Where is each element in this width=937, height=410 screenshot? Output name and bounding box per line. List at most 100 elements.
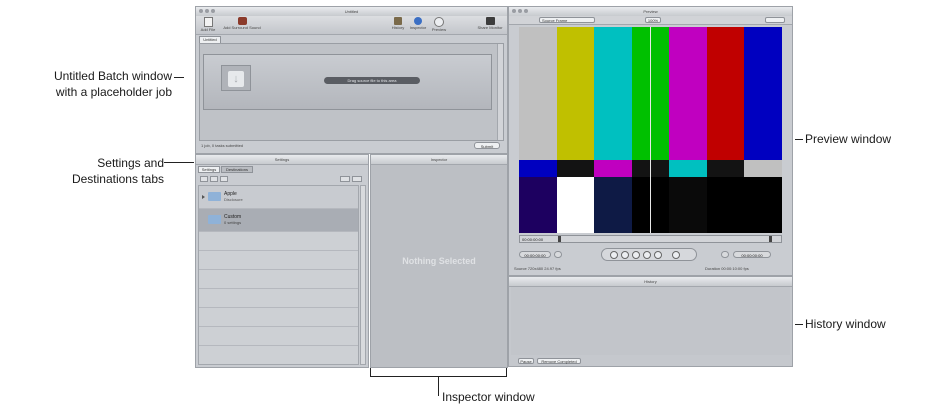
info-icon xyxy=(414,17,422,25)
tab-settings[interactable]: Settings xyxy=(198,166,220,173)
placeholder-job[interactable]: ↓ Drag source file to this area xyxy=(203,54,492,110)
empty-row xyxy=(199,289,358,308)
in-timecode-field[interactable]: 00:00:00:00 xyxy=(519,251,551,258)
callout-batch-leader xyxy=(174,77,184,78)
empty-row xyxy=(199,308,358,327)
batch-job-list[interactable]: ↓ Drag source file to this area xyxy=(199,43,504,141)
preview-icon xyxy=(434,17,444,27)
out-point-button[interactable] xyxy=(721,251,729,258)
setting-group-sub: 0 settings xyxy=(224,220,242,225)
color-bar-mid xyxy=(744,160,783,177)
color-bar-mid xyxy=(706,160,745,177)
out-timecode-field[interactable]: 00:00:00:00 xyxy=(733,251,771,258)
folder-icon xyxy=(208,192,221,201)
color-bar-bottom xyxy=(556,177,595,233)
remove-setting-icon[interactable] xyxy=(220,176,228,182)
play-icon[interactable] xyxy=(632,251,640,259)
playhead-icon[interactable] xyxy=(558,236,561,242)
add-file-icon xyxy=(203,17,213,27)
inspector-button[interactable]: Inspector xyxy=(409,17,427,30)
batch-tab[interactable]: Untitled xyxy=(199,36,221,43)
out-point-icon[interactable] xyxy=(769,236,772,242)
color-bar-mid xyxy=(519,160,557,177)
color-bar-bottom xyxy=(744,177,783,233)
add-setting-icon[interactable] xyxy=(200,176,208,182)
callout-batch: Untitled Batch window with a placeholder… xyxy=(30,68,172,100)
color-bars-frame[interactable] xyxy=(519,27,783,233)
callout-tabs-leader xyxy=(164,162,194,163)
empty-row xyxy=(199,270,358,289)
inspector-empty-label: Nothing Selected xyxy=(402,256,476,266)
batch-toolbar: Add File Add Surround Sound History Insp… xyxy=(196,16,507,35)
color-bar-mid xyxy=(556,160,595,177)
add-surround-button[interactable]: Add Surround Sound xyxy=(222,17,262,30)
zoom-popup[interactable]: 100% xyxy=(645,17,661,23)
batch-window: Untitled Add File Add Surround Sound His… xyxy=(195,6,508,154)
source-popup[interactable]: Source Frame xyxy=(539,17,595,23)
settings-list[interactable]: Apple Disclosure Custom 0 settings xyxy=(198,185,359,365)
drop-arrow-icon: ↓ xyxy=(228,71,244,87)
transport-bar: 00:00:00:00 00:00:00:00 xyxy=(509,245,792,265)
settings-titlebar[interactable]: Settings xyxy=(196,155,368,165)
duplicate-setting-icon[interactable] xyxy=(210,176,218,182)
batch-scrollbar[interactable] xyxy=(497,44,503,140)
preview-button[interactable]: Preview xyxy=(430,17,448,32)
list-item[interactable]: Apple Disclosure xyxy=(199,186,358,209)
tab-destinations[interactable]: Destinations xyxy=(221,166,253,173)
settings-list-toolbar xyxy=(198,176,366,183)
settings-scrollbar[interactable] xyxy=(360,185,366,365)
inspector-window: Inspector Nothing Selected xyxy=(370,154,508,368)
preview-mode-button[interactable] xyxy=(765,17,785,23)
color-bar-mid xyxy=(669,160,707,177)
settings-action-icon[interactable] xyxy=(352,176,362,182)
color-bar xyxy=(706,27,745,160)
color-bar-bottom xyxy=(669,177,707,233)
history-remove-completed-button[interactable]: Remove Completed xyxy=(537,358,581,364)
go-to-start-icon[interactable] xyxy=(610,251,618,259)
color-bar-bottom xyxy=(519,177,557,233)
monitor-icon xyxy=(485,17,495,25)
callout-history: History window xyxy=(805,317,886,331)
timeline-scrubber[interactable]: 00:00:00:00 xyxy=(519,235,782,243)
empty-row xyxy=(199,327,358,346)
split-slider-line[interactable] xyxy=(650,27,651,233)
job-drop-well[interactable]: ↓ xyxy=(221,65,251,91)
batch-title: Untitled xyxy=(344,9,359,14)
list-item[interactable]: Custom 0 settings xyxy=(199,209,358,232)
batch-footer-status: 1 job, 0 tasks submitted xyxy=(201,143,244,148)
callout-batch-line1: Untitled Batch window xyxy=(53,69,172,83)
window-controls[interactable] xyxy=(199,9,215,13)
settings-search-icon[interactable] xyxy=(340,176,350,182)
surround-icon xyxy=(237,17,247,25)
step-back-icon[interactable] xyxy=(621,251,629,259)
in-point-button[interactable] xyxy=(554,251,562,258)
color-bar-bottom xyxy=(706,177,745,233)
step-forward-icon[interactable] xyxy=(643,251,651,259)
empty-row xyxy=(199,232,358,251)
inspector-bracket-right xyxy=(506,368,507,376)
window-controls[interactable] xyxy=(512,9,528,13)
callout-history-leader xyxy=(795,324,803,325)
color-bar xyxy=(744,27,783,160)
transport-cluster xyxy=(601,248,697,261)
history-button[interactable]: History xyxy=(390,17,406,30)
history-titlebar[interactable]: History xyxy=(509,277,792,287)
submit-button[interactable]: Submit xyxy=(474,142,500,149)
inspector-titlebar[interactable]: Inspector xyxy=(371,155,507,165)
go-to-end-icon[interactable] xyxy=(654,251,662,259)
scrubber-timecode: 00:00:00:00 xyxy=(522,237,544,242)
loop-icon[interactable] xyxy=(672,251,680,259)
history-pause-button[interactable]: Pause xyxy=(518,358,534,364)
folder-icon xyxy=(208,215,221,224)
disclosure-triangle-icon[interactable] xyxy=(202,195,205,199)
add-file-button[interactable]: Add File xyxy=(200,17,216,32)
callout-preview-leader xyxy=(795,139,803,140)
history-list[interactable] xyxy=(511,287,790,355)
share-monitor-button[interactable]: Share Monitor xyxy=(476,17,504,30)
empty-row xyxy=(199,251,358,270)
preview-window: Preview Source Frame 100% 00:00:00:00 00… xyxy=(508,6,793,276)
history-icon xyxy=(394,17,402,25)
inspector-bracket-left xyxy=(370,368,371,376)
color-bar xyxy=(669,27,707,160)
callout-tabs: Settings and Destinations tabs xyxy=(30,155,164,187)
